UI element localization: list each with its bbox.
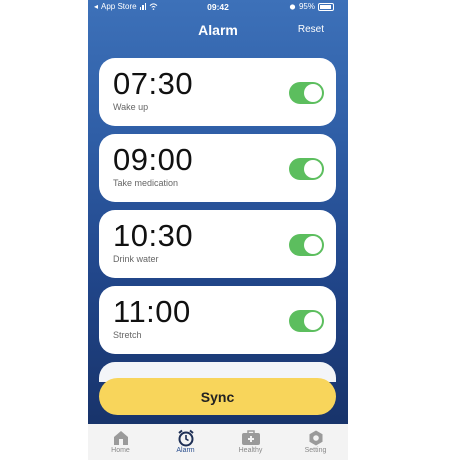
alarm-label: Wake up [113, 102, 149, 112]
battery-percentage: 95% [298, 2, 315, 11]
tab-healthy[interactable]: Healthy [218, 424, 283, 460]
status-bar: ◂ App Store 09:42 95% [88, 0, 348, 14]
gear-icon [308, 429, 324, 447]
sync-button[interactable]: Sync [99, 378, 336, 415]
alarm-time: 07:30 [113, 66, 194, 101]
tab-label: Setting [304, 447, 327, 454]
alarm-card[interactable]: 10:30 Drink water [99, 210, 336, 278]
alarm-label: Drink water [113, 254, 159, 264]
alarm-card[interactable]: 09:00 Take medication [99, 134, 336, 202]
alarm-label: Stretch [113, 330, 142, 340]
alarm-toggle[interactable] [289, 82, 324, 104]
tab-setting[interactable]: Setting [283, 424, 348, 460]
medical-kit-icon [241, 429, 261, 447]
alarm-time: 10:30 [113, 218, 194, 253]
alarm-label: Take medication [113, 178, 179, 188]
alarm-clock-icon [177, 429, 195, 447]
phone-screen: ◂ App Store 09:42 95% Alarm Reset 07:30 … [88, 0, 348, 460]
tab-label: Home [111, 447, 130, 454]
alarm-time: 11:00 [113, 294, 191, 329]
tab-label: Alarm [176, 447, 195, 454]
tab-alarm[interactable]: Alarm [153, 424, 218, 460]
alarm-card[interactable]: 07:30 Wake up [99, 58, 336, 126]
nav-header: Alarm Reset [88, 20, 348, 42]
reset-button[interactable]: Reset [298, 24, 324, 35]
alarm-card[interactable]: 11:00 Stretch [99, 286, 336, 354]
tab-home[interactable]: Home [88, 424, 153, 460]
battery-icon [318, 2, 334, 11]
alarm-toggle[interactable] [289, 158, 324, 180]
alarm-toggle[interactable] [289, 310, 324, 332]
home-icon [112, 429, 130, 447]
tab-bar: Home Alarm Healthy Setting [88, 424, 348, 460]
alarm-time: 09:00 [113, 142, 194, 177]
alarm-status-icon [289, 4, 296, 10]
tab-label: Healthy [238, 447, 263, 454]
alarm-toggle[interactable] [289, 234, 324, 256]
